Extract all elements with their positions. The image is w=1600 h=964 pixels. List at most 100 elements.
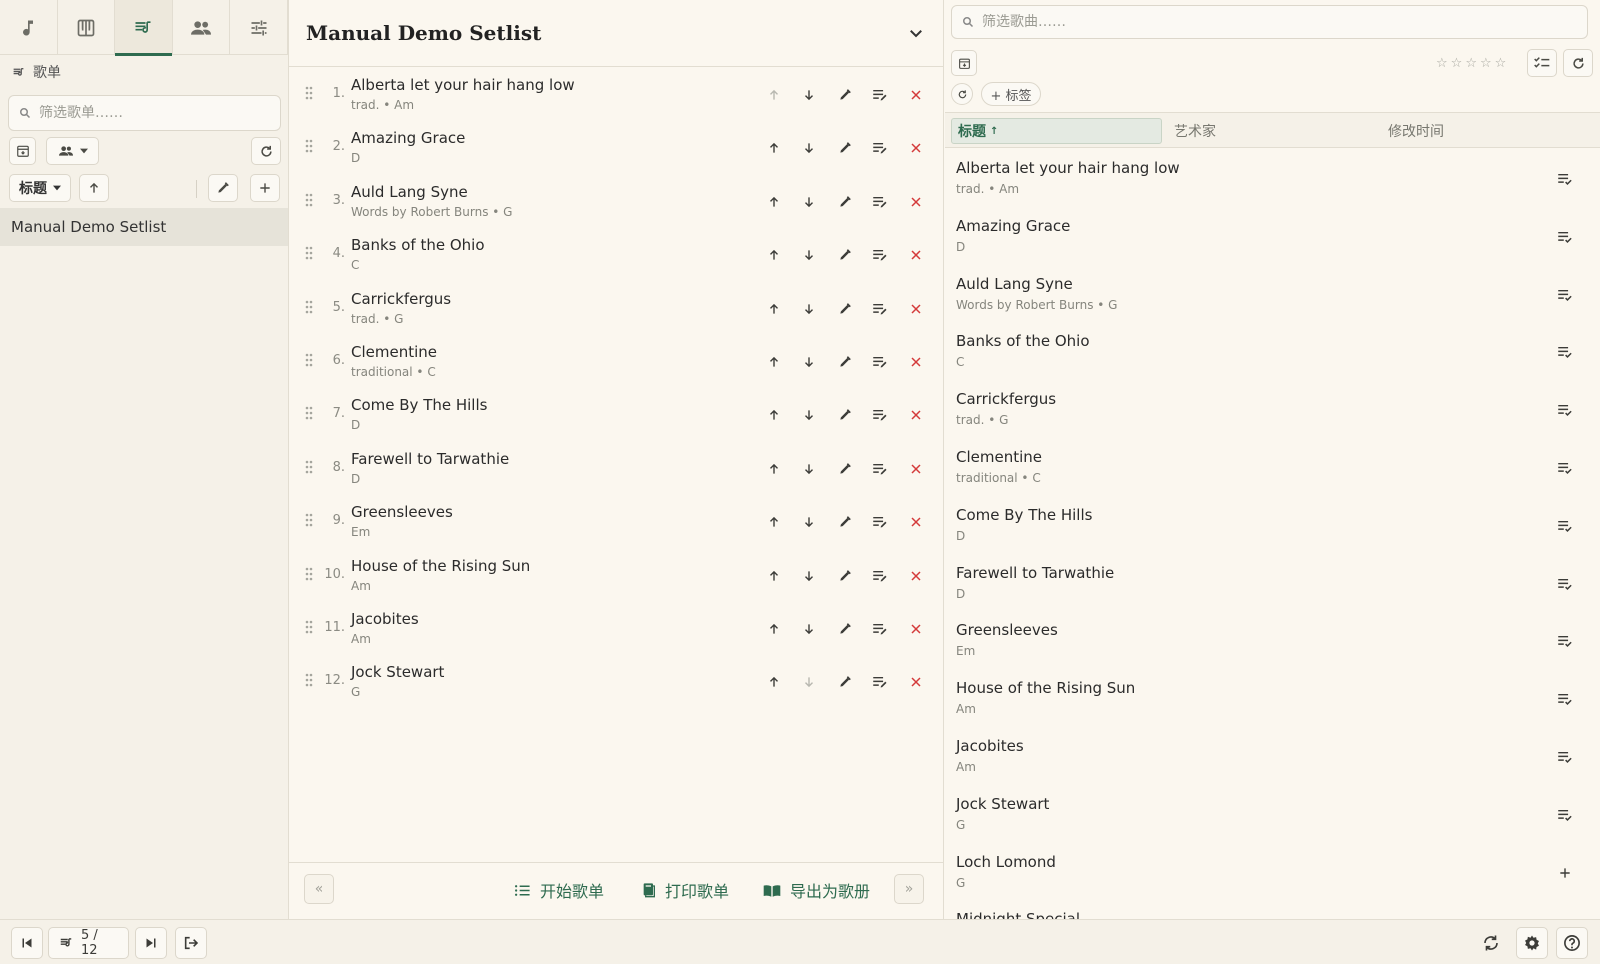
print-setlist-button[interactable]: 打印歌单 xyxy=(642,876,729,904)
add-to-setlist-icon[interactable] xyxy=(1555,863,1575,883)
in-setlist-icon[interactable] xyxy=(1555,689,1575,709)
star-icon[interactable]: ☆ xyxy=(1436,56,1448,71)
in-setlist-icon[interactable] xyxy=(1555,516,1575,536)
library-song-row[interactable]: House of the Rising Sun Am xyxy=(945,669,1600,727)
remove-song-icon[interactable] xyxy=(906,192,926,212)
move-up-icon[interactable] xyxy=(764,405,784,425)
chevron-down-icon[interactable] xyxy=(907,24,925,42)
library-song-row[interactable]: Come By The Hills D xyxy=(945,496,1600,554)
library-song-row[interactable]: Auld Lang Syne Words by Robert Burns • G xyxy=(945,265,1600,323)
drag-handle-icon[interactable] xyxy=(305,513,313,527)
library-song-row[interactable]: Carrickfergus trad. • G xyxy=(945,380,1600,438)
move-down-icon[interactable] xyxy=(799,672,819,692)
edit-song-icon[interactable] xyxy=(835,245,855,265)
setlist-song-row[interactable]: 12. Jock Stewart G xyxy=(289,655,943,708)
in-setlist-icon[interactable] xyxy=(1555,285,1575,305)
drag-handle-icon[interactable] xyxy=(305,353,313,367)
edit-song-icon[interactable] xyxy=(835,672,855,692)
setlist-list-item[interactable]: Manual Demo Setlist xyxy=(0,208,288,246)
edit-setlist-entry-icon[interactable] xyxy=(870,299,890,319)
previous-song-button[interactable] xyxy=(11,927,43,959)
settings-button[interactable] xyxy=(1516,927,1548,959)
remove-song-icon[interactable] xyxy=(906,512,926,532)
remove-song-icon[interactable] xyxy=(906,299,926,319)
in-setlist-icon[interactable] xyxy=(1555,805,1575,825)
tab-settings[interactable] xyxy=(230,0,288,55)
remove-song-icon[interactable] xyxy=(906,566,926,586)
library-song-row[interactable]: Greensleeves Em xyxy=(945,611,1600,669)
move-down-icon[interactable] xyxy=(799,138,819,158)
in-setlist-icon[interactable] xyxy=(1555,458,1575,478)
reset-filter-button[interactable] xyxy=(951,83,973,105)
move-up-icon[interactable] xyxy=(764,245,784,265)
remove-song-icon[interactable] xyxy=(906,459,926,479)
move-down-icon[interactable] xyxy=(799,299,819,319)
edit-song-icon[interactable] xyxy=(835,85,855,105)
in-setlist-icon[interactable] xyxy=(1555,169,1575,189)
refresh-button[interactable] xyxy=(251,137,281,165)
star-icon[interactable]: ☆ xyxy=(1480,56,1492,71)
library-song-row[interactable]: Clementine traditional • C xyxy=(945,438,1600,496)
export-songbook-button[interactable]: 导出为歌册 xyxy=(763,876,870,904)
edit-setlist-entry-icon[interactable] xyxy=(870,512,890,532)
sort-field-dropdown[interactable]: 标题 xyxy=(9,174,71,202)
setlist-song-row[interactable]: 2. Amazing Grace D xyxy=(289,121,943,174)
library-song-row[interactable]: Farewell to Tarwathie D xyxy=(945,554,1600,612)
drag-handle-icon[interactable] xyxy=(305,673,313,687)
setlist-song-row[interactable]: 9. Greensleeves Em xyxy=(289,495,943,548)
move-down-icon[interactable] xyxy=(799,245,819,265)
move-down-icon[interactable] xyxy=(799,459,819,479)
edit-setlist-entry-icon[interactable] xyxy=(870,85,890,105)
edit-song-icon[interactable] xyxy=(835,566,855,586)
edit-song-icon[interactable] xyxy=(835,405,855,425)
setlist-filter-input[interactable] xyxy=(39,105,269,121)
remove-song-icon[interactable] xyxy=(906,672,926,692)
move-down-icon[interactable] xyxy=(799,512,819,532)
drag-handle-icon[interactable] xyxy=(305,300,313,314)
tab-songs[interactable] xyxy=(0,0,58,55)
add-tag-button[interactable]: + 标签 xyxy=(981,82,1041,106)
song-filter-input[interactable] xyxy=(982,14,1582,30)
tab-people[interactable] xyxy=(173,0,231,55)
move-up-icon[interactable] xyxy=(764,672,784,692)
select-mode-button[interactable] xyxy=(1527,49,1557,77)
in-setlist-icon[interactable] xyxy=(1555,574,1575,594)
add-setlist-button[interactable] xyxy=(250,174,280,202)
drag-handle-icon[interactable] xyxy=(305,139,313,153)
people-filter-dropdown[interactable] xyxy=(46,137,99,165)
tab-instruments[interactable] xyxy=(58,0,116,55)
drag-handle-icon[interactable] xyxy=(305,406,313,420)
edit-setlist-entry-icon[interactable] xyxy=(870,405,890,425)
move-up-icon[interactable] xyxy=(764,352,784,372)
sync-button[interactable] xyxy=(1475,927,1507,959)
rating-filter[interactable]: ☆ ☆ ☆ ☆ ☆ xyxy=(1436,56,1506,71)
remove-song-icon[interactable] xyxy=(906,138,926,158)
edit-song-icon[interactable] xyxy=(835,192,855,212)
edit-song-icon[interactable] xyxy=(835,352,855,372)
column-header-title[interactable]: 标题 ↑ xyxy=(951,118,1162,144)
move-up-icon[interactable] xyxy=(764,85,784,105)
remove-song-icon[interactable] xyxy=(906,352,926,372)
star-icon[interactable]: ☆ xyxy=(1495,56,1507,71)
drag-handle-icon[interactable] xyxy=(305,460,313,474)
drag-handle-icon[interactable] xyxy=(305,620,313,634)
in-setlist-icon[interactable] xyxy=(1555,400,1575,420)
setlist-song-row[interactable]: 4. Banks of the Ohio C xyxy=(289,228,943,281)
edit-setlist-entry-icon[interactable] xyxy=(870,192,890,212)
library-song-row[interactable]: Alberta let your hair hang low trad. • Am xyxy=(945,149,1600,207)
remove-song-icon[interactable] xyxy=(906,405,926,425)
library-song-row[interactable]: Loch Lomond G xyxy=(945,843,1600,901)
collapse-right-button[interactable]: » xyxy=(894,874,924,904)
collapse-left-button[interactable]: « xyxy=(304,874,334,904)
edit-setlist-entry-icon[interactable] xyxy=(870,245,890,265)
edit-setlist-entry-icon[interactable] xyxy=(870,459,890,479)
tab-setlists[interactable] xyxy=(115,0,173,56)
edit-song-icon[interactable] xyxy=(835,138,855,158)
start-setlist-button[interactable]: 开始歌单 xyxy=(514,876,604,904)
drag-handle-icon[interactable] xyxy=(305,86,313,100)
in-setlist-icon[interactable] xyxy=(1555,747,1575,767)
move-down-icon[interactable] xyxy=(799,566,819,586)
sort-direction-button[interactable] xyxy=(79,174,109,202)
archive-button[interactable] xyxy=(951,50,977,76)
move-up-icon[interactable] xyxy=(764,619,784,639)
